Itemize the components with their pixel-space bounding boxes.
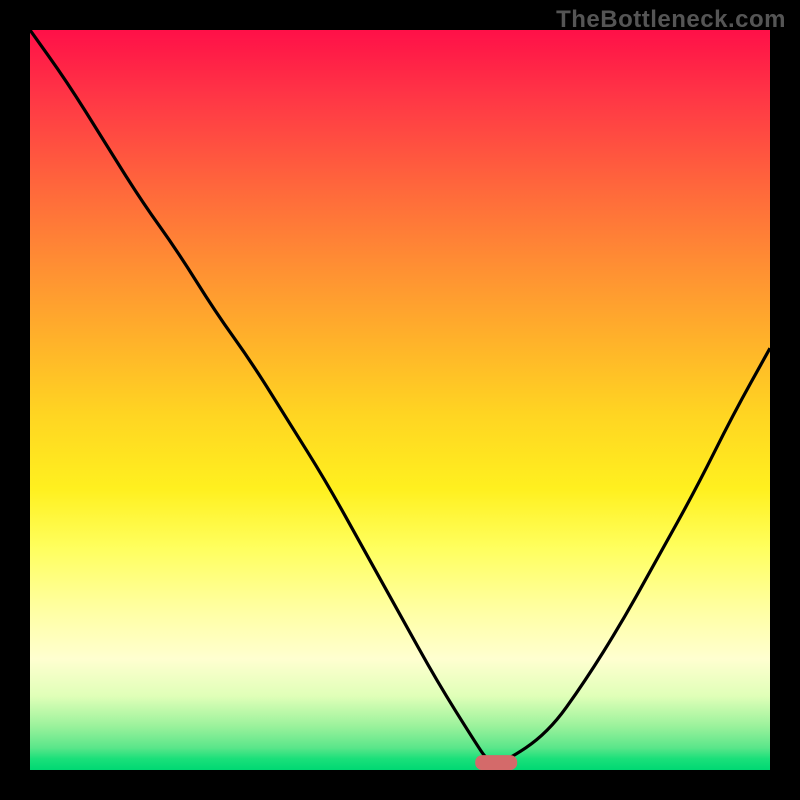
watermark-text: TheBottleneck.com: [556, 6, 786, 34]
bottleneck-chart-area: [30, 30, 770, 770]
chart-svg: [30, 30, 770, 770]
optimal-point-marker: [475, 755, 517, 770]
bottleneck-curve: [30, 30, 770, 763]
